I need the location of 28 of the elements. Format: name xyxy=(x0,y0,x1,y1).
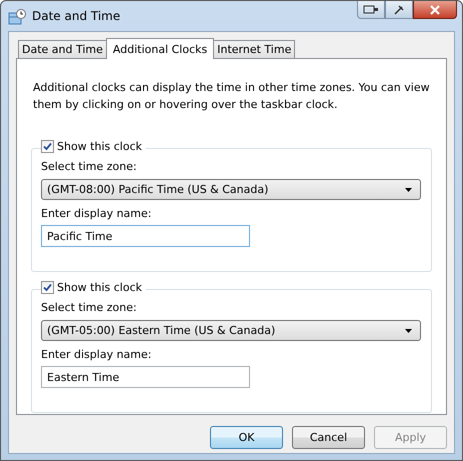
window-icon xyxy=(363,5,379,14)
caret-icon xyxy=(405,328,412,332)
calendar-clock-icon xyxy=(8,9,26,25)
tab[interactable]: Additional Clocks xyxy=(106,38,214,59)
window-title: Date and Time xyxy=(32,9,120,23)
time-zone-dropdown[interactable]: (GMT-08:00) Pacific Time (US & Canada) xyxy=(41,179,421,200)
caret-icon xyxy=(405,188,412,192)
display-name-field[interactable]: Pacific Time xyxy=(41,225,250,247)
description-text: Additional clocks can display the time in other time zones. You can view them by clicking on or hovering over the taskbar clock. xyxy=(33,80,431,113)
pin-button[interactable] xyxy=(385,1,413,19)
close-icon xyxy=(430,4,440,14)
tab[interactable]: Internet Time xyxy=(213,40,296,58)
dialog-button[interactable]: Cancel xyxy=(292,426,365,449)
dialog-button[interactable]: OK xyxy=(210,426,283,449)
field-label: Select time zone: xyxy=(41,301,138,316)
time-zone-dropdown[interactable]: (GMT-05:00) Eastern Time (US & Canada) xyxy=(41,320,421,341)
checkbox-label: Show this clock xyxy=(57,281,142,294)
display-name-field[interactable]: Eastern Time xyxy=(41,366,250,388)
close-button[interactable] xyxy=(413,1,457,19)
field-label: Enter display name: xyxy=(41,348,152,363)
pin-icon xyxy=(393,4,405,16)
checkbox[interactable] xyxy=(41,281,54,294)
checkbox[interactable] xyxy=(41,140,54,153)
checkbox-label: Show this clock xyxy=(57,140,142,153)
tab[interactable]: Date and Time xyxy=(18,40,107,58)
field-label: Enter display name: xyxy=(41,207,152,222)
restore-button[interactable] xyxy=(357,1,385,19)
field-label: Select time zone: xyxy=(41,160,138,175)
